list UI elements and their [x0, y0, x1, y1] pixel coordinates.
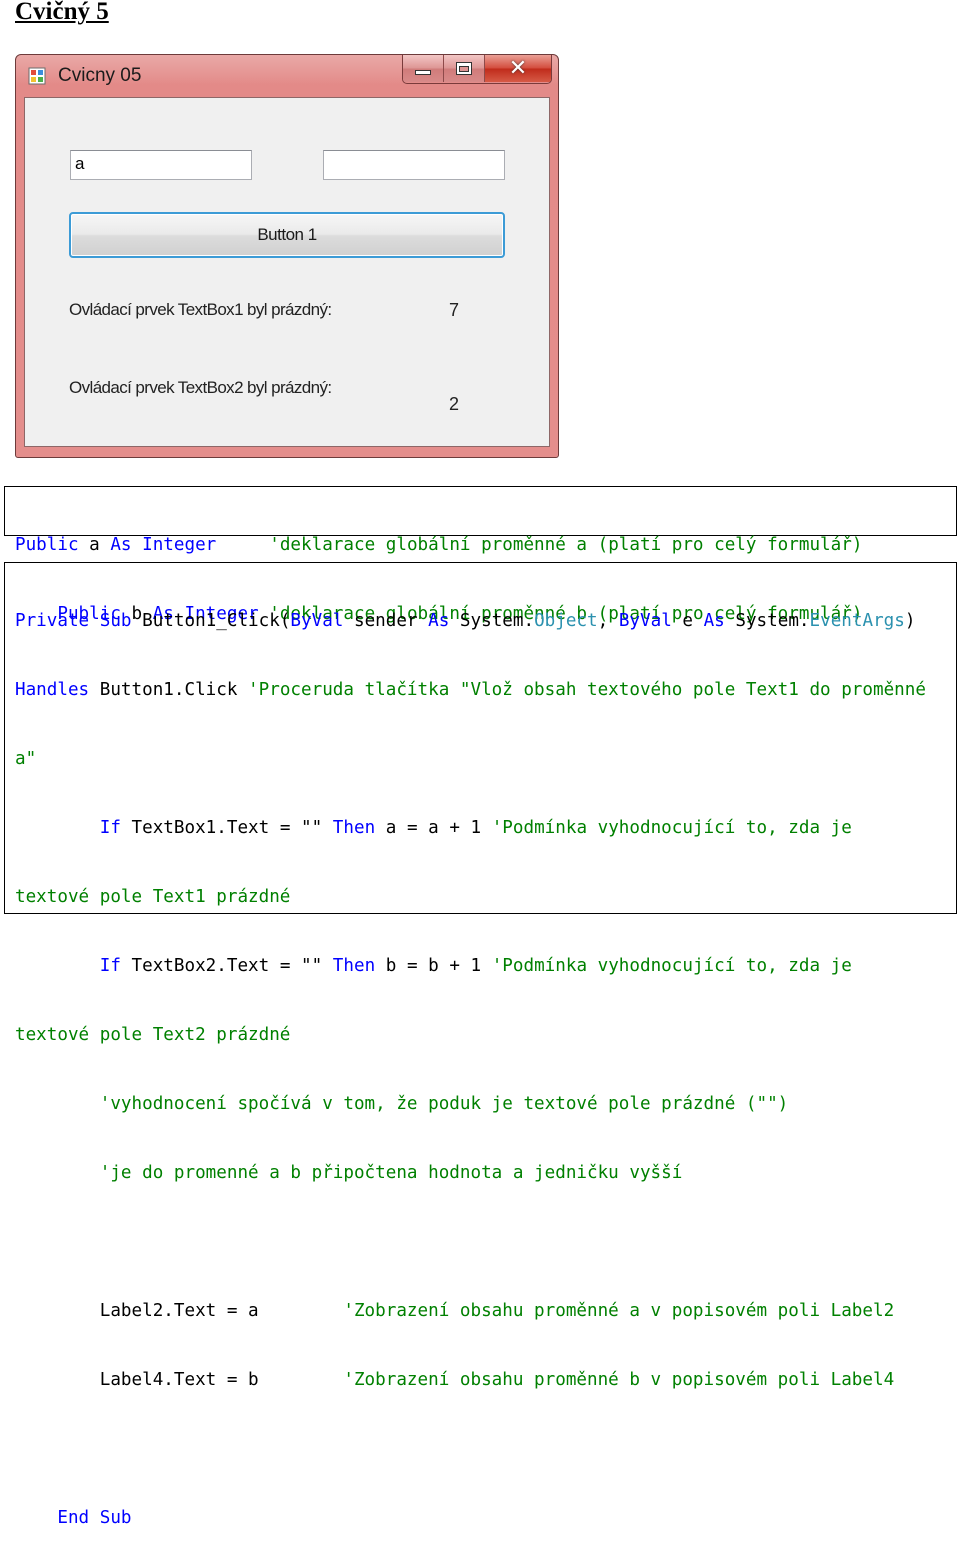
code-block-declarations: Public a As Integer 'deklarace globální …	[4, 486, 957, 624]
code-type: Object	[534, 611, 598, 631]
code-text: )	[904, 611, 916, 631]
code-keyword: As	[110, 535, 132, 555]
window-controls: ✕	[402, 55, 552, 84]
code-keyword: If	[99, 956, 121, 976]
code-line: 'je do promenné a b připočtena hodnota a…	[15, 1162, 956, 1185]
minimize-icon	[415, 70, 431, 75]
code-line: End Sub	[15, 1507, 956, 1530]
close-button[interactable]: ✕	[485, 55, 551, 82]
code-keyword: As	[428, 611, 450, 631]
code-line: Public a As Integer 'deklarace globální …	[15, 534, 956, 557]
code-text: Label4.Text = b	[99, 1370, 344, 1390]
code-comment: textové pole Text2 prázdné	[15, 1025, 291, 1045]
code-text: b = b + 1	[375, 956, 492, 976]
textbox2-input[interactable]	[323, 150, 505, 180]
code-line: a"	[15, 748, 956, 771]
form-client-area: a Button 1 Ovládací prvek TextBox1 byl p…	[24, 97, 550, 447]
minimize-button[interactable]	[403, 55, 444, 82]
code-text: Button1_Click(	[131, 611, 291, 631]
code-comment: 'je do promenné a b připočtena hodnota a…	[99, 1163, 683, 1183]
code-line: Label4.Text = b 'Zobrazení obsahu proměn…	[15, 1369, 956, 1392]
code-line: If TextBox1.Text = "" Then a = a + 1 'Po…	[15, 817, 956, 840]
code-text: Button1.Click	[89, 680, 249, 700]
label2-value: 7	[449, 300, 460, 320]
textbox1-input[interactable]: a	[70, 150, 252, 180]
code-keyword: Integer	[131, 535, 217, 555]
code-keyword: Then	[332, 956, 376, 976]
code-block-button-click: Private Sub Button1_Click(ByVal sender A…	[4, 562, 957, 1528]
close-icon: ✕	[508, 55, 528, 81]
code-comment: a"	[15, 749, 37, 769]
code-line: 'vyhodnocení spočívá v tom, že poduk je …	[15, 1093, 956, 1116]
code-keyword: Handles	[15, 680, 90, 700]
code-type: EventArgs	[809, 611, 905, 631]
code-text: Label2.Text = a	[99, 1301, 344, 1321]
maximize-button[interactable]	[444, 55, 485, 82]
code-line: Label2.Text = a 'Zobrazení obsahu proměn…	[15, 1300, 956, 1323]
code-keyword: End	[57, 1508, 90, 1528]
code-keyword: If	[99, 818, 121, 838]
code-comment: 'vyhodnocení spočívá v tom, že poduk je …	[99, 1094, 789, 1114]
label3: Ovládací prvek TextBox2 byl prázdný:	[69, 378, 332, 397]
code-line: Handles Button1.Click 'Proceruda tlačítk…	[15, 679, 956, 702]
code-text: sender	[343, 611, 429, 631]
code-keyword: Public	[15, 535, 79, 555]
code-keyword: As	[703, 611, 725, 631]
code-keyword: Sub	[99, 1508, 132, 1528]
code-line: Private Sub Button1_Click(ByVal sender A…	[15, 610, 956, 633]
code-text: TextBox1.Text =	[120, 818, 302, 838]
form-window: Cvicny 05 ✕ a Button 1 Ovládací prvek Te…	[15, 54, 559, 458]
code-string: ""	[301, 818, 323, 838]
code-keyword: Then	[332, 818, 376, 838]
maximize-icon	[456, 62, 472, 75]
code-comment: 'Proceruda tlačítka "Vlož obsah textovéh…	[248, 680, 926, 700]
code-text: System.	[724, 611, 810, 631]
code-comment: 'Zobrazení obsahu proměnné a v popisovém…	[343, 1301, 895, 1321]
code-text: a	[78, 535, 111, 555]
code-string: ""	[301, 956, 323, 976]
code-comment: 'Zobrazení obsahu proměnné b v popisovém…	[343, 1370, 895, 1390]
code-keyword: ByVal	[290, 611, 344, 631]
code-text: e	[671, 611, 704, 631]
code-comment: 'deklarace globální proměnné a (platí pr…	[216, 535, 863, 555]
code-comment: textové pole Text1 prázdné	[15, 887, 291, 907]
application-icon	[28, 67, 46, 85]
window-title: Cvicny 05	[58, 65, 142, 86]
label4-value: 2	[449, 394, 460, 414]
code-text: TextBox2.Text =	[120, 956, 302, 976]
code-text: ,	[597, 611, 619, 631]
code-keyword: Sub	[99, 611, 132, 631]
code-comment: 'Podmínka vyhodnocující to, zda je	[491, 956, 852, 976]
code-keyword: ByVal	[618, 611, 672, 631]
code-line: textové pole Text2 prázdné	[15, 1024, 956, 1047]
code-line: If TextBox2.Text = "" Then b = b + 1 'Po…	[15, 955, 956, 978]
document-title: Cvičný 5	[15, 0, 109, 25]
code-comment: 'Podmínka vyhodnocující to, zda je	[491, 818, 852, 838]
button1[interactable]: Button 1	[69, 212, 505, 258]
code-line: textové pole Text1 prázdné	[15, 886, 956, 909]
code-text: System.	[449, 611, 535, 631]
label1: Ovládací prvek TextBox1 byl prázdný:	[69, 300, 332, 319]
code-text: a = a + 1	[375, 818, 492, 838]
code-keyword: Private	[15, 611, 90, 631]
